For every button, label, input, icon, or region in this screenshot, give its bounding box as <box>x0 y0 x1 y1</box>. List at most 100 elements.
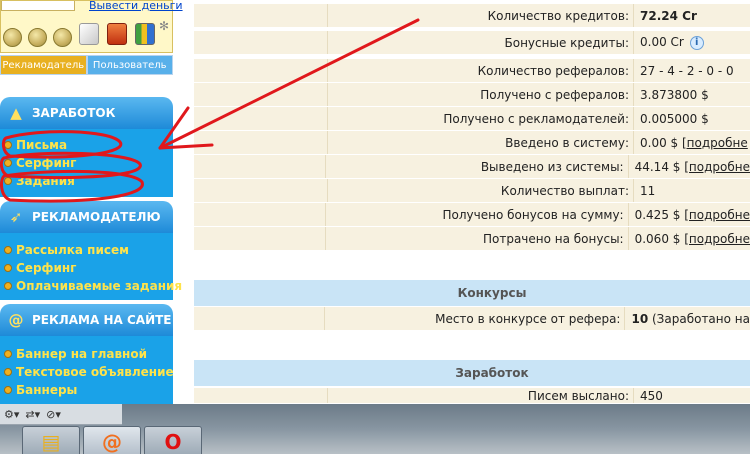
bullet-icon <box>4 159 12 167</box>
sidebar-item-label: Серфинг <box>16 261 77 275</box>
medal-icon <box>3 28 22 47</box>
table-cell <box>194 227 327 250</box>
stat-value: 11 <box>640 183 656 198</box>
table-cell <box>194 107 328 130</box>
table-row: Бонусные кредиты: 0.00 Cr i <box>194 31 750 55</box>
advertiser-section-header[interactable]: ➶ РЕКЛАМОДАТЕЛЮ <box>0 201 173 233</box>
bullet-icon <box>4 282 12 290</box>
table-row: Потрачено на бонусы: 0.060 $ [подробне <box>194 227 750 251</box>
sidebar-item-tasks[interactable]: Задания <box>0 174 75 188</box>
bullet-icon <box>4 368 12 376</box>
network-icon[interactable]: ⇄▾ <box>25 408 40 421</box>
stat-label: Количество выплат: <box>328 179 634 202</box>
stat-label: Потрачено на бонусы: <box>326 227 629 250</box>
bullet-icon <box>4 386 12 394</box>
credits-value: 72.24 Cr <box>640 8 697 23</box>
stat-value: 27 - 4 - 2 - 0 - 0 <box>640 63 734 78</box>
sidebar-item-main-banner[interactable]: Баннер на главной <box>0 347 147 361</box>
sidebar-item-label: Серфинг <box>16 156 77 170</box>
site-ads-section-header[interactable]: @ РЕКЛАМА НА САЙТЕ <box>0 304 173 336</box>
table-cell <box>194 83 328 106</box>
earnings-icon: ▲ <box>10 104 22 122</box>
stat-value: 72.24 Cr <box>634 9 697 23</box>
table-row: Писем выслано: 450 <box>194 388 750 404</box>
top-frame <box>1 1 75 11</box>
contest-note: (Заработано на <box>652 311 750 326</box>
sidebar-item-surfing[interactable]: Серфинг <box>0 156 76 170</box>
sidebar-item-banners[interactable]: Баннеры <box>0 383 77 397</box>
stat-label: Получено с рекламодателей: <box>328 107 634 130</box>
table-cell <box>194 203 327 226</box>
tab-user[interactable]: Пользователь <box>86 55 173 75</box>
table-cell <box>194 31 328 54</box>
sidebar-item-label: Текстовое объявление <box>16 365 174 379</box>
info-icon[interactable]: i <box>689 35 704 50</box>
table-cell <box>194 388 328 403</box>
bullet-icon <box>4 264 12 272</box>
table-cell <box>194 307 326 330</box>
sidebar-item-label: Рассылка писем <box>16 243 129 257</box>
sidebar-item-label: Письма <box>16 138 68 152</box>
bricks-icon[interactable] <box>107 23 127 45</box>
table-cell <box>194 131 328 154</box>
sidebar-item-label: Баннеры <box>16 383 78 397</box>
stat-amount: 0.060 $ <box>634 231 681 246</box>
sidebar-item-mailing[interactable]: Рассылка писем <box>0 243 129 257</box>
role-tabs: Рекламодатель Пользователь <box>0 55 173 75</box>
stat-value: 3.873800 $ <box>640 87 709 102</box>
sidebar-item-letters[interactable]: Письма <box>0 138 67 152</box>
details-link[interactable]: [подробне <box>684 232 750 246</box>
explorer-taskbar-button[interactable]: ▤ <box>22 426 80 454</box>
sidebar-item-text-ad[interactable]: Текстовое объявление <box>0 365 174 379</box>
bonus-credits-value: 0.00 Cr <box>640 35 684 50</box>
sidebar-item-surfing-ads[interactable]: Серфинг <box>0 261 76 275</box>
contests-header: Конкурсы <box>194 280 750 306</box>
stat-label: Писем выслано: <box>328 388 634 403</box>
site-ads-section-title: РЕКЛАМА НА САЙТЕ <box>32 313 172 327</box>
withdraw-money-link[interactable]: Вывести деньги <box>89 0 183 12</box>
table-row: Получено с рефералов: 3.873800 $ <box>194 83 750 107</box>
stat-label: Количество кредитов: <box>328 4 634 27</box>
block-icon[interactable]: ⊘▾ <box>46 408 61 421</box>
quick-launch: ⚙▾ ⇄▾ ⊘▾ <box>0 404 122 425</box>
advertiser-menu: Рассылка писем Серфинг Оплачиваемые зада… <box>0 233 182 301</box>
bullet-icon <box>4 246 12 254</box>
rocket-icon: ➶ <box>9 208 23 226</box>
stat-value: 0.005000 $ <box>640 111 709 126</box>
earnings-section-title: ЗАРАБОТОК <box>32 106 116 120</box>
stat-value: 0.00 Cr i <box>634 35 704 50</box>
gear-icon[interactable]: ✻ <box>159 19 169 33</box>
table-cell <box>194 179 328 202</box>
edit-icon[interactable] <box>79 23 99 45</box>
contest-place: 10 <box>631 311 649 326</box>
details-link[interactable]: [подробне <box>684 160 750 174</box>
table-cell <box>194 4 328 27</box>
sidebar-item-paid-tasks[interactable]: Оплачиваемые задания <box>0 279 182 293</box>
bullet-icon <box>4 177 12 185</box>
table-row: Выведено из системы: 44.14 $ [подробне <box>194 155 750 179</box>
bullet-icon <box>4 350 12 358</box>
tools-icon[interactable]: ⚙▾ <box>4 408 19 421</box>
sidebar-item-label: Баннер на главной <box>16 347 147 361</box>
stat-label: Получено бонусов на сумму: <box>326 203 629 226</box>
details-link[interactable]: [подробне <box>682 136 748 150</box>
sidebar: Вывести деньги ✻ Рекламодатель Пользоват… <box>0 0 183 404</box>
table-cell <box>194 155 327 178</box>
tab-advertiser[interactable]: Рекламодатель <box>0 55 87 75</box>
table-row: Получено бонусов на сумму: 0.425 $ [подр… <box>194 203 750 227</box>
stat-label: Получено с рефералов: <box>328 83 634 106</box>
stat-label: Количество рефералов: <box>328 59 634 82</box>
table-row: Место в конкурсе от рефера: 10 (Заработа… <box>194 307 750 331</box>
stat-amount: 0.425 $ <box>634 207 681 222</box>
opera-taskbar-button[interactable]: O <box>144 426 202 454</box>
earnings-menu: Письма Серфинг Задания <box>0 129 173 201</box>
earnings-section-header[interactable]: ▲ ЗАРАБОТОК <box>0 97 173 129</box>
stats-chart-icon[interactable] <box>135 23 155 45</box>
mail-taskbar-button[interactable]: @ <box>83 426 141 454</box>
stat-value: 44.14 $ [подробне <box>629 160 750 174</box>
sidebar-item-label: Оплачиваемые задания <box>16 279 183 293</box>
table-row: Введено в систему: 0.00 $ [подробне <box>194 131 750 155</box>
account-stats: Количество кредитов: 72.24 Cr Бонусные к… <box>194 0 750 404</box>
advertiser-section-title: РЕКЛАМОДАТЕЛЮ <box>32 210 161 224</box>
details-link[interactable]: [подробне <box>684 208 750 222</box>
